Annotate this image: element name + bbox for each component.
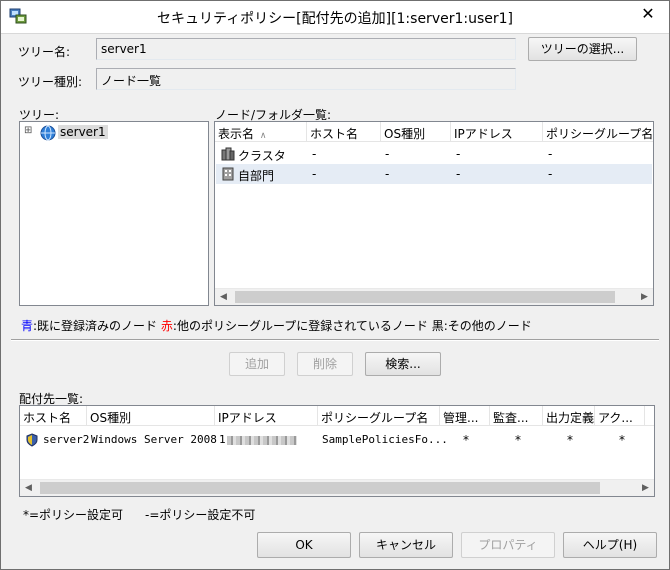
- ip-redacted-block: [227, 436, 297, 445]
- node-col-policy-group[interactable]: ポリシーグループ名: [543, 122, 653, 142]
- node-row[interactable]: クラスタ - - - -: [216, 144, 652, 164]
- not-settable-note: -=ポリシー設定不可: [145, 508, 256, 522]
- scroll-left-icon[interactable]: ◀: [215, 289, 232, 305]
- target-list-hscrollbar[interactable]: ◀ ▶: [20, 479, 654, 496]
- help-button[interactable]: ヘルプ(H): [563, 532, 657, 558]
- target-host: server2: [43, 433, 90, 446]
- node-os: -: [385, 147, 390, 161]
- target-col-output[interactable]: 出力定義: [543, 406, 595, 426]
- delete-button[interactable]: 削除: [297, 352, 353, 376]
- scroll-thumb[interactable]: [235, 291, 615, 303]
- target-access: *: [619, 433, 625, 447]
- node-group: -: [548, 147, 553, 161]
- target-col-more: [645, 406, 654, 426]
- close-icon: ✕: [641, 4, 655, 23]
- target-output: *: [567, 433, 573, 447]
- target-col-policy-group[interactable]: ポリシーグループ名: [318, 406, 440, 426]
- target-management: *: [463, 433, 469, 447]
- settable-note: *=ポリシー設定可: [23, 508, 124, 522]
- tree-name-field: server1: [96, 38, 516, 60]
- target-col-access[interactable]: アク...: [595, 406, 645, 426]
- node-host: -: [312, 167, 317, 181]
- target-os: Windows Server 2008: [91, 433, 217, 446]
- tree-type-label: ツリー種別:: [18, 75, 83, 89]
- target-col-os[interactable]: OS種別: [87, 406, 215, 426]
- node-ip: -: [456, 147, 461, 161]
- tree-type-value: ノード一覧: [101, 74, 162, 88]
- security-policy-dialog: セキュリティポリシー[配付先の追加][1:server1:user1] ✕ ツリ…: [0, 0, 670, 570]
- node-list[interactable]: 表示名 ∧ ホスト名 OS種別 IPアドレス ポリシーグループ名 クラスタ - …: [214, 121, 654, 306]
- sort-indicator-icon: ∧: [259, 131, 267, 141]
- server-globe-icon: [40, 125, 56, 141]
- tree-select-button[interactable]: ツリーの選択...: [528, 37, 637, 61]
- tree-root-node[interactable]: server1: [58, 125, 108, 139]
- department-icon: [222, 167, 234, 181]
- node-name: クラスタ: [238, 149, 286, 163]
- tree-name-label: ツリー名:: [18, 45, 71, 59]
- section-divider: [11, 339, 659, 341]
- host-shield-icon: [26, 433, 38, 447]
- node-col-host[interactable]: ホスト名: [307, 122, 381, 142]
- close-button[interactable]: ✕: [635, 3, 661, 25]
- target-col-host[interactable]: ホスト名: [20, 406, 87, 426]
- cluster-icon: [221, 147, 235, 161]
- legend-red-text: :他のポリシーグループに登録されているノード: [172, 319, 428, 333]
- window-title: セキュリティポリシー[配付先の追加][1:server1:user1]: [156, 11, 513, 27]
- title-bar: セキュリティポリシー[配付先の追加][1:server1:user1] ✕: [1, 1, 669, 34]
- target-audit: *: [515, 433, 521, 447]
- properties-button[interactable]: プロパティ: [461, 532, 555, 558]
- search-button[interactable]: 検索...: [365, 352, 441, 376]
- tree-name-value: server1: [101, 42, 147, 56]
- target-col-management[interactable]: 管理...: [440, 406, 490, 426]
- node-ip: -: [456, 167, 461, 181]
- legend-blue-text: :既に登録済みのノード: [33, 319, 158, 333]
- ok-button[interactable]: OK: [257, 532, 351, 558]
- tree-view[interactable]: ⊞ server1: [19, 121, 209, 306]
- scroll-right-icon[interactable]: ▶: [637, 480, 654, 496]
- legend-red-key: 赤: [160, 319, 173, 333]
- node-list-hscrollbar[interactable]: ◀ ▶: [215, 288, 653, 305]
- legend-black-key: 黒: [431, 319, 444, 333]
- target-ip: 1: [219, 433, 226, 446]
- target-row[interactable]: server2 Windows Server 2008 1 SamplePoli…: [21, 430, 653, 450]
- cancel-button[interactable]: キャンセル: [359, 532, 453, 558]
- color-legend: 青:既に登録済みのノード 赤:他のポリシーグループに登録されているノード 黒:そ…: [21, 317, 532, 334]
- node-row[interactable]: 自部門 - - - -: [216, 164, 652, 184]
- target-col-audit[interactable]: 監査...: [490, 406, 543, 426]
- node-col-label: 表示名: [218, 127, 255, 141]
- node-group: -: [548, 167, 553, 181]
- node-col-ip[interactable]: IPアドレス: [451, 122, 543, 142]
- expand-icon[interactable]: ⊞: [24, 125, 32, 136]
- legend-black-text: :その他のノード: [443, 319, 532, 333]
- tree-type-field: ノード一覧: [96, 68, 516, 90]
- legend-blue-key: 青: [21, 319, 34, 333]
- node-os: -: [385, 167, 390, 181]
- node-host: -: [312, 147, 317, 161]
- node-col-os[interactable]: OS種別: [381, 122, 451, 142]
- scroll-right-icon[interactable]: ▶: [636, 289, 653, 305]
- target-col-ip[interactable]: IPアドレス: [215, 406, 318, 426]
- target-list[interactable]: ホスト名 OS種別 IPアドレス ポリシーグループ名 管理... 監査... 出…: [19, 405, 655, 497]
- target-group: SamplePoliciesFo...: [322, 433, 448, 446]
- node-name: 自部門: [238, 169, 275, 183]
- node-col-display-name[interactable]: 表示名 ∧: [215, 122, 307, 142]
- add-button[interactable]: 追加: [229, 352, 285, 376]
- scroll-thumb[interactable]: [40, 482, 600, 494]
- scroll-left-icon[interactable]: ◀: [20, 480, 37, 496]
